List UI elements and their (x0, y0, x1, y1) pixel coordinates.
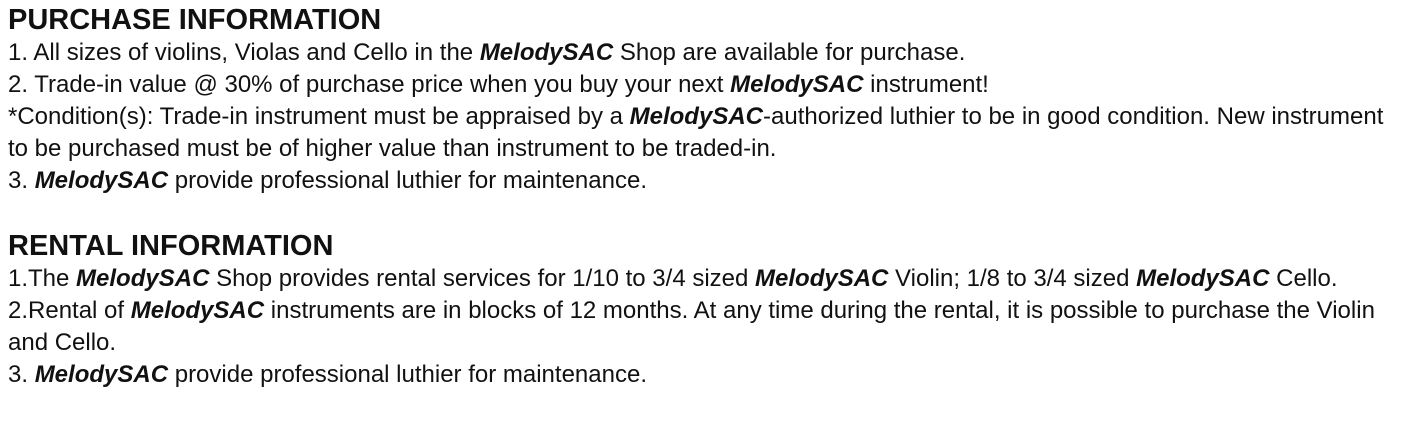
rental-item: 2.Rental of MelodySAC instruments are in… (8, 295, 1404, 359)
text-segment: Shop are available for purchase. (613, 39, 966, 66)
rental-list: 1.The MelodySAC Shop provides rental ser… (8, 263, 1404, 391)
info-page: PURCHASE INFORMATION 1. All sizes of vio… (0, 0, 1404, 434)
text-segment: 3. (8, 167, 35, 194)
brand-name: MelodySAC (34, 361, 169, 388)
text-segment: 2. Trade-in value @ 30% of purchase pric… (8, 71, 731, 98)
rental-section: RENTAL INFORMATION 1.The MelodySAC Shop … (8, 229, 1404, 391)
text-segment: *Condition(s): Trade-in instrument must … (8, 103, 630, 130)
text-segment: provide professional luthier for mainten… (168, 167, 647, 194)
brand-name: MelodySAC (629, 103, 763, 130)
brand-name: MelodySAC (479, 39, 614, 66)
text-segment: Cello. (1269, 265, 1338, 292)
text-segment: instrument! (863, 71, 989, 98)
text-segment: Shop provides rental services for 1/10 t… (209, 265, 756, 292)
text-segment: 3. (8, 361, 35, 388)
rental-item: 3. MelodySAC provide professional luthie… (8, 359, 1404, 391)
text-segment: Violin; 1/8 to 3/4 sized (888, 265, 1137, 292)
rental-heading: RENTAL INFORMATION (8, 230, 334, 262)
purchase-item: 2. Trade-in value @ 30% of purchase pric… (8, 69, 1404, 101)
text-segment: provide professional luthier for mainten… (168, 361, 647, 388)
brand-name: MelodySAC (730, 71, 864, 98)
rental-item: 1.The MelodySAC Shop provides rental ser… (8, 263, 1404, 295)
brand-name: MelodySAC (1136, 265, 1270, 292)
brand-name: MelodySAC (755, 265, 889, 292)
purchase-section: PURCHASE INFORMATION 1. All sizes of vio… (8, 3, 1404, 197)
purchase-heading: PURCHASE INFORMATION (8, 4, 382, 36)
purchase-item: 3. MelodySAC provide professional luthie… (8, 165, 1404, 197)
purchase-item: 1. All sizes of violins, Violas and Cell… (8, 37, 1404, 69)
text-segment: 1. All sizes of violins, Violas and Cell… (8, 39, 480, 66)
purchase-condition: *Condition(s): Trade-in instrument must … (8, 101, 1404, 165)
text-segment: 1.The (8, 265, 77, 292)
purchase-list: 1. All sizes of violins, Violas and Cell… (8, 37, 1404, 197)
brand-name: MelodySAC (130, 297, 265, 324)
text-segment: 2.Rental of (8, 297, 131, 324)
brand-name: MelodySAC (76, 265, 210, 292)
brand-name: MelodySAC (34, 167, 169, 194)
